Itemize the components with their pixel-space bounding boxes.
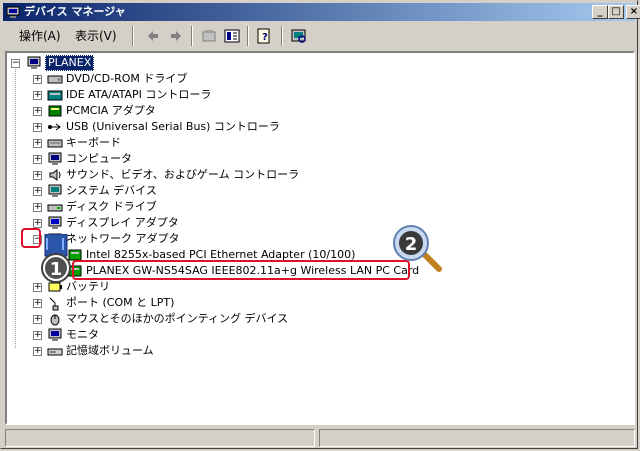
help-icon[interactable]: ? bbox=[256, 28, 272, 44]
minimize-button[interactable]: _ bbox=[592, 5, 608, 19]
tree-item-label: コンピュータ bbox=[66, 152, 132, 165]
expand-icon[interactable]: + bbox=[33, 91, 42, 100]
window-title: デバイス マネージャ bbox=[24, 5, 126, 18]
computer-icon bbox=[27, 56, 41, 69]
tree-root-label: PLANEX bbox=[45, 55, 95, 71]
expand-icon[interactable]: + bbox=[33, 123, 42, 132]
badge-1-label: 1 bbox=[50, 259, 63, 280]
toolbar-separator bbox=[247, 26, 249, 46]
badge-2: 2 bbox=[393, 225, 442, 272]
toolbar-separator bbox=[191, 26, 193, 46]
menu-toolbar: 操作(A) 表示(V) ? bbox=[3, 23, 635, 49]
dvd-drive-icon bbox=[47, 75, 63, 84]
tree-item-label: サウンド、ビデオ、およびゲーム コントローラ bbox=[66, 168, 300, 181]
display-adapter-icon bbox=[48, 216, 62, 229]
volume-icon bbox=[47, 348, 63, 356]
expand-icon[interactable]: + bbox=[33, 347, 42, 356]
status-panel-left bbox=[5, 429, 315, 447]
tree-item-label: PCMCIA アダプタ bbox=[66, 104, 156, 117]
tree-item-label: マウスとそのほかのポインティング デバイス bbox=[66, 312, 289, 325]
tree-item-label: IDE ATA/ATAPI コントローラ bbox=[66, 88, 212, 101]
collapse-icon[interactable]: − bbox=[11, 59, 20, 68]
properties-icon[interactable] bbox=[201, 28, 217, 44]
expand-icon[interactable]: + bbox=[33, 75, 42, 84]
menu-view[interactable]: 表示(V) bbox=[75, 28, 117, 44]
disk-drive-icon bbox=[47, 204, 63, 212]
expand-icon[interactable]: + bbox=[33, 299, 42, 308]
forward-icon[interactable] bbox=[168, 28, 184, 44]
ide-controller-icon bbox=[47, 90, 63, 101]
close-button[interactable]: × bbox=[626, 5, 640, 19]
expand-icon[interactable]: + bbox=[33, 107, 42, 116]
expand-icon[interactable]: + bbox=[33, 315, 42, 324]
usb-icon bbox=[48, 123, 61, 131]
tree-item-label: キーボード bbox=[66, 136, 121, 149]
badge-1: 1 bbox=[41, 234, 71, 283]
monitor-icon bbox=[48, 328, 62, 341]
tree-icon[interactable] bbox=[224, 28, 240, 44]
toolbar-separator bbox=[281, 26, 283, 46]
expand-icon[interactable]: + bbox=[33, 283, 42, 292]
callout-wireless-highlight bbox=[72, 260, 410, 280]
tree-item-label: ネットワーク アダプタ bbox=[66, 232, 180, 245]
menu-action[interactable]: 操作(A) bbox=[19, 28, 61, 44]
device-tree[interactable]: − PLANEX + DVD/CD-ROM ドライブ + IDE ATA/ATAPI … bbox=[5, 51, 635, 425]
expand-icon[interactable]: + bbox=[33, 155, 42, 164]
device-manager-icon bbox=[6, 6, 20, 18]
mouse-icon bbox=[50, 314, 60, 326]
keyboard-icon bbox=[47, 139, 63, 148]
computer-icon bbox=[48, 152, 62, 165]
svg-text:?: ? bbox=[262, 32, 268, 43]
toolbar-separator bbox=[132, 26, 134, 46]
expand-icon[interactable]: + bbox=[33, 203, 42, 212]
status-bar bbox=[5, 429, 635, 447]
badge-2-label: 2 bbox=[405, 234, 418, 255]
pcmcia-icon bbox=[48, 105, 62, 117]
scan-icon[interactable] bbox=[291, 28, 307, 44]
tree-item-label: ディスプレイ アダプタ bbox=[66, 216, 179, 229]
tree-item-label: システム デバイス bbox=[66, 184, 157, 197]
expand-icon[interactable]: + bbox=[33, 219, 42, 228]
device-manager-window: デバイス マネージャ _ □ × 操作(A) 表示(V) ? − PLANEX … bbox=[0, 0, 640, 449]
tree-item-label: モニタ bbox=[66, 328, 99, 341]
expand-icon[interactable]: + bbox=[33, 139, 42, 148]
status-panel-right bbox=[319, 429, 635, 447]
expand-icon[interactable]: + bbox=[33, 187, 42, 196]
title-bar[interactable]: デバイス マネージャ _ □ × bbox=[3, 3, 640, 21]
tree-item-label: ポート (COM と LPT) bbox=[66, 296, 175, 309]
maximize-button[interactable]: □ bbox=[608, 5, 624, 19]
tree-item-label: USB (Universal Serial Bus) コントローラ bbox=[66, 120, 280, 133]
system-device-icon bbox=[48, 184, 62, 197]
port-icon bbox=[49, 297, 59, 311]
expand-icon[interactable]: + bbox=[33, 171, 42, 180]
back-icon[interactable] bbox=[145, 28, 161, 44]
tree-item-label: 記憶域ボリューム bbox=[66, 344, 154, 357]
tree-item-label: DVD/CD-ROM ドライブ bbox=[66, 72, 188, 85]
tree-item-label: ディスク ドライブ bbox=[66, 200, 157, 213]
sound-icon bbox=[49, 169, 61, 181]
expand-icon[interactable]: + bbox=[33, 331, 42, 340]
